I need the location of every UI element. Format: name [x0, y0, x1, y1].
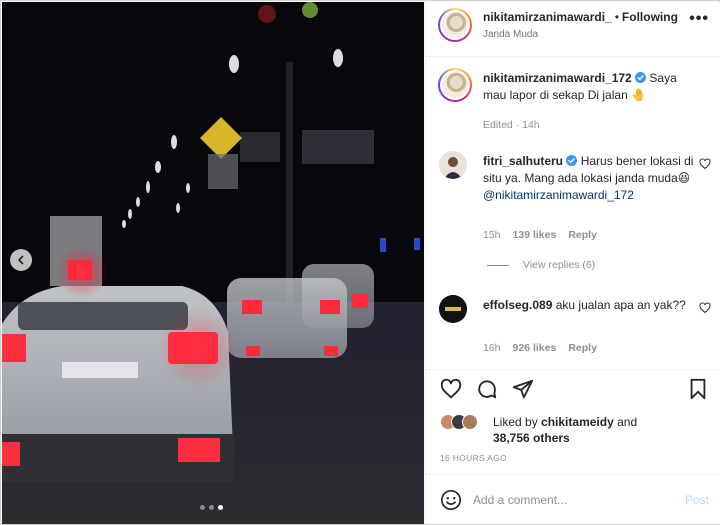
comment: effolseg.089 aku jualan apa an yak??	[483, 297, 698, 314]
carousel-dot	[200, 505, 205, 510]
comment-username[interactable]: effolseg.089	[483, 298, 552, 312]
view-replies-button[interactable]: View replies (6)	[487, 259, 595, 271]
comment-meta: 15h 139 likes Reply	[483, 229, 609, 241]
chevron-left-icon	[16, 255, 26, 265]
reply-button[interactable]: Reply	[568, 342, 597, 354]
post-location[interactable]: Janda Muda	[483, 29, 538, 40]
caption-meta: Edited · 14h	[483, 119, 540, 131]
liked-by-prefix: Liked by	[493, 415, 538, 429]
post-window: nikitamirzanimawardi_ • Following Janda Mu…	[0, 0, 720, 525]
add-comment-bar: Post	[426, 474, 720, 524]
carousel-dot-active	[218, 505, 223, 510]
likes-summary: Liked by chikitameidy and 38,756 others	[493, 414, 703, 446]
more-icon[interactable]: •••	[689, 10, 709, 28]
caption-avatar[interactable]	[438, 68, 472, 102]
verified-icon	[566, 154, 578, 168]
carousel-dot	[209, 505, 214, 510]
post-timestamp[interactable]: 16 HOURS AGO	[440, 453, 507, 463]
liked-by-avatars[interactable]	[440, 414, 478, 430]
heart-icon[interactable]	[699, 158, 711, 173]
night-traffic-image	[2, 2, 424, 524]
comment-icon[interactable]	[476, 378, 498, 403]
post-photo[interactable]	[2, 2, 424, 524]
comment-time: 16h	[483, 342, 501, 354]
author-avatar[interactable]	[438, 8, 472, 42]
commenter-avatar[interactable]	[439, 295, 467, 323]
previous-image-button[interactable]	[10, 249, 32, 271]
comment-likes[interactable]: 926 likes	[513, 342, 557, 354]
caption-username[interactable]: nikitamirzanimawardi_172	[483, 71, 632, 85]
liked-by-user[interactable]: chikitameidy	[541, 415, 614, 429]
following-button[interactable]: Following	[622, 10, 678, 24]
verified-icon	[635, 71, 647, 85]
post-side-panel: nikitamirzanimawardi_ • Following Janda Mu…	[425, 2, 720, 524]
caption-emoji: 🤚	[631, 88, 647, 102]
separator-dot: •	[614, 10, 619, 24]
reply-button[interactable]: Reply	[568, 229, 597, 241]
comment-meta: 16h 926 likes Reply	[483, 342, 609, 354]
post-button[interactable]: Post	[685, 493, 709, 507]
author-username[interactable]: nikitamirzanimawardi_	[483, 10, 612, 24]
share-icon[interactable]	[512, 378, 534, 403]
carousel-indicator	[200, 505, 223, 510]
comment-text: aku jualan apa an yak??	[555, 298, 686, 312]
comment-username[interactable]: fitri_salhuteru	[483, 154, 563, 168]
caption: nikitamirzanimawardi_172 Saya mau lapor …	[483, 70, 698, 104]
avatar	[462, 414, 478, 430]
view-replies-label: View replies (6)	[523, 259, 596, 271]
comment: fitri_salhuteru Harus bener lokasi di si…	[483, 153, 698, 204]
heart-icon[interactable]	[440, 378, 462, 403]
heart-icon[interactable]	[699, 302, 711, 317]
post-header: nikitamirzanimawardi_ • Following Janda Mu…	[426, 2, 720, 57]
liked-by-others[interactable]: 38,756 others	[493, 431, 570, 445]
emoji-icon[interactable]	[440, 489, 462, 514]
bookmark-icon[interactable]	[687, 378, 709, 403]
comment-mention[interactable]: @nikitamirzanimawardi_172	[483, 188, 634, 202]
liked-by-and: and	[617, 415, 638, 429]
post-actions: Liked by chikitameidy and 38,756 others …	[426, 369, 720, 474]
commenter-avatar[interactable]	[439, 151, 467, 179]
comment-input[interactable]	[473, 489, 673, 511]
comment-time: 15h	[483, 229, 501, 241]
comment-likes[interactable]: 139 likes	[513, 229, 557, 241]
comments-section[interactable]: nikitamirzanimawardi_172 Saya mau lapor …	[426, 57, 720, 369]
